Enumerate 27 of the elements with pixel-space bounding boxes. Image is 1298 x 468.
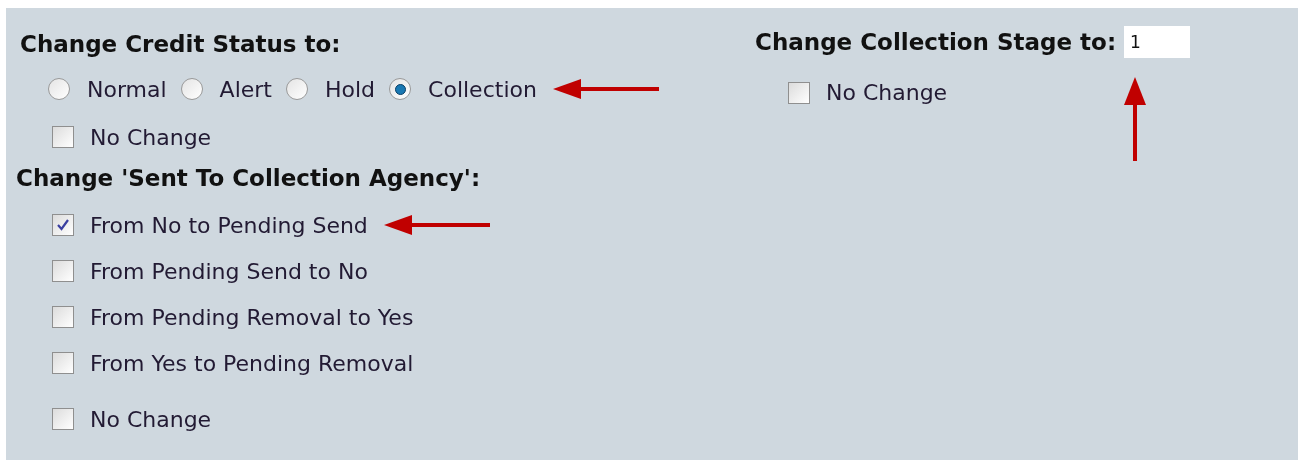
checkbox-label: From No to Pending Send (90, 211, 368, 240)
checkbox-label: No Change (90, 405, 212, 434)
radio-button[interactable] (389, 78, 412, 100)
checkbox-label: From Pending Send to No (90, 257, 368, 286)
radio-button[interactable] (48, 78, 70, 100)
radio-label: Collection (428, 75, 537, 104)
checkbox[interactable] (52, 352, 74, 374)
checkbox-label: No Change (90, 123, 212, 152)
checkbox[interactable] (52, 306, 74, 328)
radio-button[interactable] (286, 78, 308, 100)
radio-button[interactable] (180, 78, 203, 100)
checkbox-label: From Pending Removal to Yes (90, 303, 414, 332)
checkbox[interactable] (788, 81, 810, 104)
checkbox-label: No Change (826, 79, 948, 107)
stage-field[interactable]: 1 (1124, 26, 1191, 59)
section-heading: Change 'Sent To Collection Agency': (16, 164, 482, 193)
checkbox[interactable] (52, 260, 74, 282)
checkbox[interactable] (52, 408, 74, 430)
checkbox[interactable] (52, 214, 74, 236)
radio-label: Hold (325, 75, 376, 104)
radio-label: Normal (87, 75, 167, 104)
checkbox-label: From Yes to Pending Removal (90, 349, 414, 378)
checkmark-icon (56, 218, 70, 232)
section-heading: Change Credit Status to: (19, 30, 342, 59)
radio-label: Alert (219, 75, 272, 104)
section-heading: Change Collection Stage to: (755, 28, 1117, 57)
checkbox[interactable] (52, 126, 74, 148)
